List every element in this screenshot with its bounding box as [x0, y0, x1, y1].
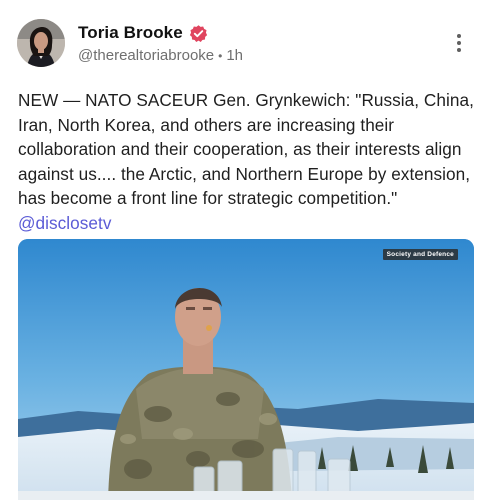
timestamp[interactable]: 1h [226, 47, 243, 64]
verified-badge-icon [189, 24, 207, 42]
media-video[interactable]: Society and Defence [18, 239, 474, 500]
user-avatar-image [17, 19, 65, 67]
video-overlay-label: Society and Defence [382, 249, 458, 260]
more-vertical-icon-dot [457, 41, 461, 45]
separator-dot: • [218, 48, 223, 63]
handle[interactable]: @therealtoriabrooke [78, 47, 214, 64]
avatar[interactable] [17, 19, 65, 67]
mention-link[interactable]: @disclosetv [18, 213, 111, 233]
video-frame-image [18, 239, 474, 500]
more-vertical-icon-dot [457, 48, 461, 52]
more-vertical-icon [457, 34, 461, 38]
name-row: Toria Brooke [78, 22, 243, 44]
post-body: NEW — NATO SACEUR Gen. Grynkewich: "Russ… [18, 88, 476, 235]
more-options-button[interactable] [446, 30, 472, 56]
post-text: NEW — NATO SACEUR Gen. Grynkewich: "Russ… [18, 90, 474, 208]
post-header: Toria Brooke @therealtoriabrooke • 1h [78, 22, 243, 64]
meta-row: @therealtoriabrooke • 1h [78, 47, 243, 64]
post-card: Toria Brooke @therealtoriabrooke • 1h NE… [0, 0, 491, 500]
display-name[interactable]: Toria Brooke [78, 23, 183, 43]
